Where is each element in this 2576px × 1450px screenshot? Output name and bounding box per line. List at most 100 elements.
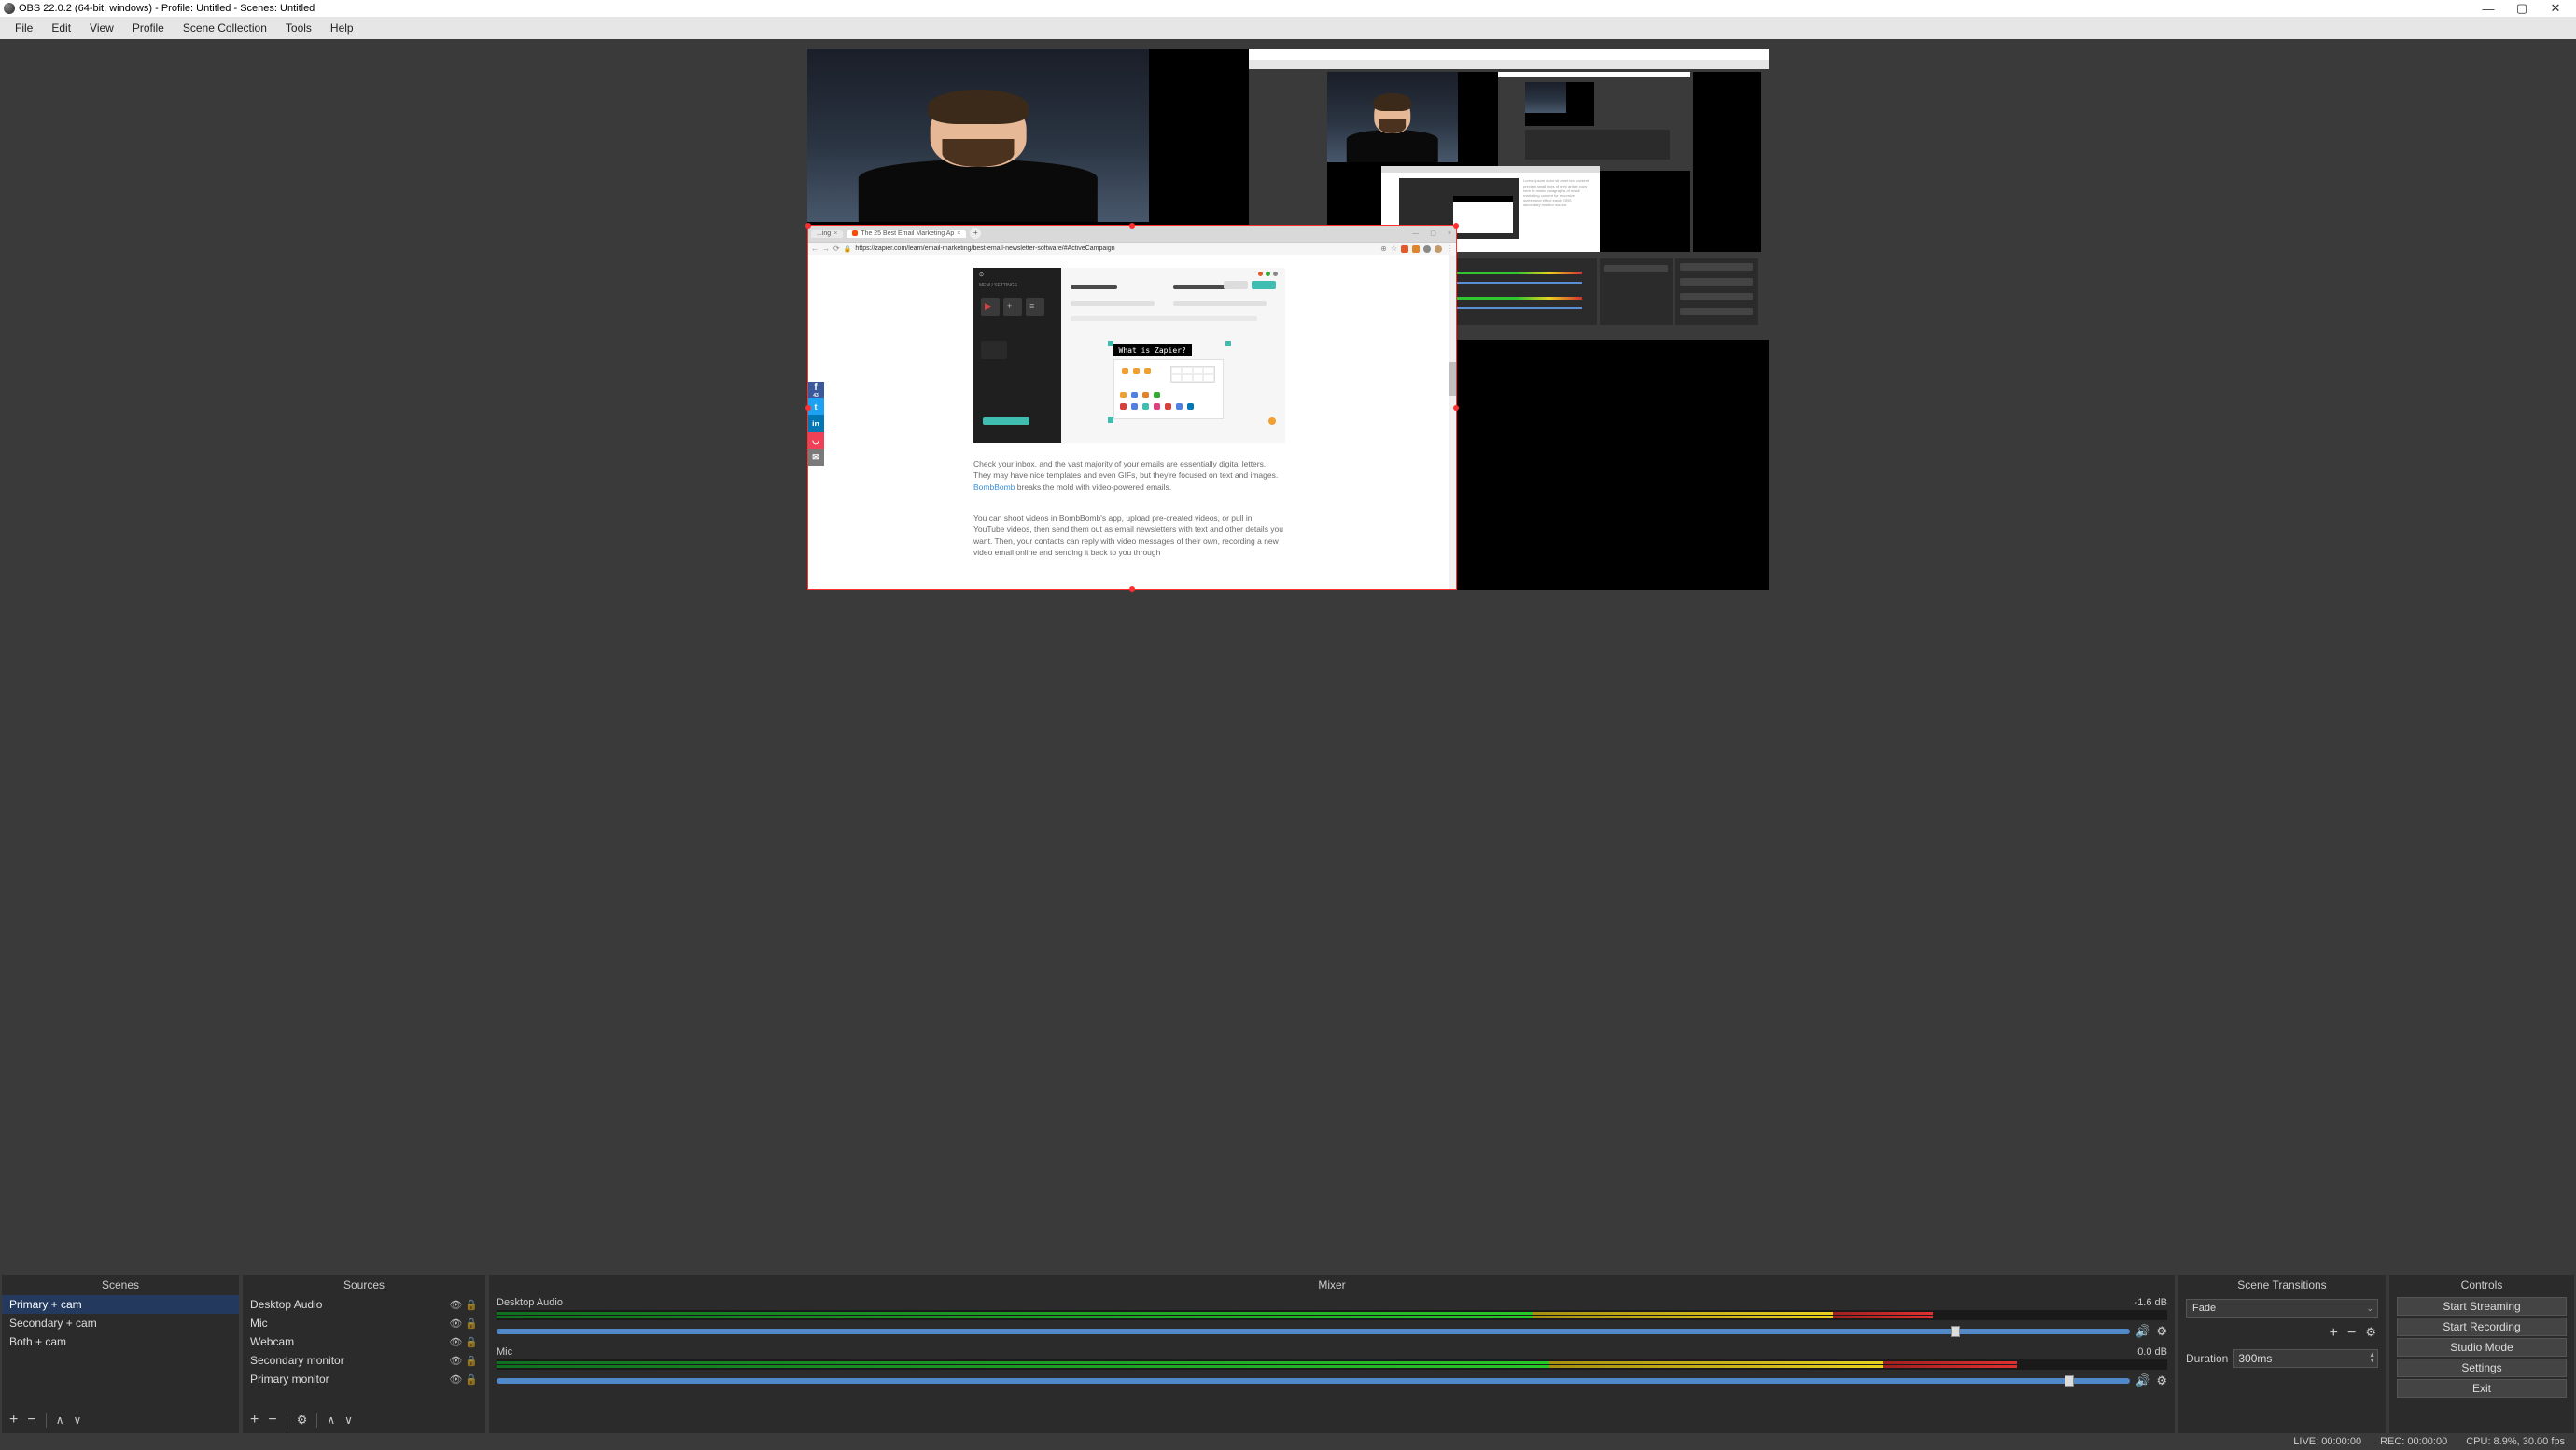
source-item[interactable]: Primary monitor👁🔒 [243, 1370, 485, 1388]
browser-url[interactable]: https://zapier.com/learn/email-marketing… [855, 245, 1377, 252]
browser-tab-inactive[interactable]: ...ing× [811, 230, 843, 238]
bombbomb-link[interactable]: BombBomb [973, 482, 1015, 492]
speaker-icon[interactable]: 🔊 [2135, 1324, 2150, 1339]
share-pocket-button[interactable]: ◡ [807, 432, 824, 449]
exit-button[interactable]: Exit [2397, 1379, 2567, 1398]
mixer-volume-slider[interactable] [497, 1329, 2130, 1334]
remove-scene-button[interactable]: − [27, 1412, 35, 1429]
browser-window-max-icon[interactable]: ▢ [1424, 230, 1442, 237]
share-twitter-button[interactable]: t [807, 398, 824, 415]
menu-profile[interactable]: Profile [123, 20, 174, 36]
lock-icon: 🔒 [844, 245, 852, 253]
browser-reload-icon[interactable]: ⟳ [833, 244, 840, 253]
visibility-icon[interactable]: 👁 [449, 1318, 462, 1330]
status-live: LIVE: 00:00:00 [2293, 1436, 2361, 1447]
transitions-body: Fade ⌄ + − ⚙ Duration 300ms ▲▼ [2178, 1295, 2386, 1433]
controls-body: Start Streaming Start Recording Studio Mod… [2389, 1295, 2574, 1433]
studio-mode-button[interactable]: Studio Mode [2397, 1338, 2567, 1357]
visibility-icon[interactable]: 👁 [449, 1373, 462, 1386]
browser-ext-icon-2[interactable] [1412, 245, 1420, 253]
menu-help[interactable]: Help [321, 20, 363, 36]
browser-back-icon[interactable]: ← [811, 244, 819, 253]
mixer-volume-slider[interactable] [497, 1378, 2130, 1384]
browser-avatar-icon[interactable] [1435, 245, 1442, 253]
browser-new-tab-button[interactable]: + [970, 228, 981, 239]
window-minimize-button[interactable]: — [2471, 2, 2505, 16]
scene-up-button[interactable]: ∧ [56, 1414, 64, 1427]
browser-menu-icon[interactable]: ⋮ [1446, 244, 1453, 253]
window-titlebar: OBS 22.0.2 (64-bit, windows) - Profile: … [0, 0, 2576, 17]
scene-item[interactable]: Primary + cam [2, 1295, 239, 1314]
add-scene-button[interactable]: + [9, 1412, 18, 1429]
lock-icon[interactable]: 🔒 [465, 1318, 478, 1330]
source-item[interactable]: Secondary monitor👁🔒 [243, 1351, 485, 1370]
source-item-icons: 👁🔒 [449, 1336, 478, 1348]
visibility-icon[interactable]: 👁 [449, 1336, 462, 1348]
source-item-label: Desktop Audio [250, 1298, 322, 1311]
browser-omnibox-icon[interactable]: ⊕ [1380, 244, 1387, 253]
window-maximize-button[interactable]: ▢ [2505, 1, 2539, 16]
share-email-button[interactable]: ✉ [807, 449, 824, 466]
source-up-button[interactable]: ∧ [327, 1414, 335, 1427]
transition-select[interactable]: Fade ⌄ [2186, 1299, 2378, 1318]
source-item[interactable]: Desktop Audio 👁🔒 [243, 1295, 485, 1314]
source-settings-button[interactable]: ⚙ [297, 1413, 308, 1428]
sources-panel-header: Sources [243, 1275, 485, 1295]
sources-list[interactable]: Desktop Audio👁🔒Mic👁🔒Webcam👁🔒Secondary mo… [243, 1295, 485, 1407]
visibility-icon[interactable]: 👁 [449, 1299, 462, 1311]
add-source-button[interactable]: + [250, 1412, 259, 1429]
browser-star-icon[interactable]: ☆ [1391, 244, 1397, 253]
browser-content[interactable]: f43 t in ◡ ✉ ⊙ MENU SETTINGS [807, 255, 1457, 590]
source-item[interactable]: Mic👁🔒 [243, 1314, 485, 1332]
browser-ext-icon-3[interactable] [1423, 245, 1431, 253]
lock-icon[interactable]: 🔒 [465, 1355, 478, 1367]
scenes-list[interactable]: Primary + camSecondary + camBoth + cam [2, 1295, 239, 1407]
source-item[interactable]: Webcam 👁🔒 [243, 1332, 485, 1351]
menu-tools[interactable]: Tools [276, 20, 321, 36]
browser-tab-active[interactable]: The 25 Best Email Marketing Ap× [847, 230, 966, 238]
browser-window-close-icon[interactable]: × [1442, 230, 1457, 237]
social-share-rail: f43 t in ◡ ✉ [807, 382, 824, 466]
lock-icon[interactable]: 🔒 [465, 1336, 478, 1348]
webcam-source[interactable] [807, 49, 1149, 222]
lock-icon[interactable]: 🔒 [465, 1373, 478, 1386]
start-streaming-button[interactable]: Start Streaming [2397, 1297, 2567, 1316]
browser-ext-icon-1[interactable] [1401, 245, 1408, 253]
menu-view[interactable]: View [80, 20, 123, 36]
share-facebook-button[interactable]: f43 [807, 382, 824, 398]
lock-icon[interactable]: 🔒 [465, 1299, 478, 1311]
browser-scrollbar[interactable] [1449, 255, 1457, 590]
start-recording-button[interactable]: Start Recording [2397, 1318, 2567, 1336]
primary-monitor-source[interactable]: ...ing× The 25 Best Email Marketing Ap× … [807, 225, 1457, 590]
remove-source-button[interactable]: − [268, 1412, 276, 1429]
scene-item[interactable]: Both + cam [2, 1332, 239, 1351]
scene-item[interactable]: Secondary + cam [2, 1314, 239, 1332]
share-linkedin-button[interactable]: in [807, 415, 824, 432]
source-down-button[interactable]: ∨ [344, 1414, 353, 1427]
visibility-icon[interactable]: 👁 [449, 1355, 462, 1367]
gear-icon[interactable]: ⚙ [2156, 1324, 2167, 1339]
settings-button[interactable]: Settings [2397, 1359, 2567, 1377]
scenes-panel: Scenes Primary + camSecondary + camBoth … [2, 1275, 239, 1433]
browser-forward-icon[interactable]: → [822, 244, 830, 253]
duration-spinbox[interactable]: 300ms ▲▼ [2233, 1349, 2378, 1368]
add-transition-button[interactable]: + [2330, 1325, 2338, 1342]
preview-canvas[interactable]: Lorem ipsum dolor sit amet text content … [807, 49, 1769, 590]
menu-scene-collection[interactable]: Scene Collection [174, 20, 276, 36]
scenes-toolbar: + − ∧ ∨ [2, 1407, 239, 1433]
preview-black-fill [1456, 340, 1769, 590]
preview-area[interactable]: Lorem ipsum dolor sit amet text content … [0, 39, 2576, 1275]
gear-icon[interactable]: ⚙ [2156, 1373, 2167, 1388]
controls-panel: Controls Start StreamingStart RecordingS… [2389, 1275, 2574, 1433]
sources-panel: Sources Desktop Audio👁🔒Mic👁🔒Webcam👁🔒Seco… [243, 1275, 485, 1433]
speaker-icon[interactable]: 🔊 [2135, 1373, 2150, 1388]
source-item-label: Webcam [250, 1335, 294, 1348]
scene-down-button[interactable]: ∨ [73, 1414, 81, 1427]
browser-window-min-icon[interactable]: — [1407, 230, 1424, 237]
status-rec: REC: 00:00:00 [2380, 1436, 2447, 1447]
menu-edit[interactable]: Edit [42, 20, 80, 36]
menu-file[interactable]: File [6, 20, 42, 36]
remove-transition-button[interactable]: − [2347, 1325, 2356, 1342]
window-close-button[interactable]: ✕ [2539, 1, 2572, 16]
transition-settings-button[interactable]: ⚙ [2365, 1325, 2376, 1342]
